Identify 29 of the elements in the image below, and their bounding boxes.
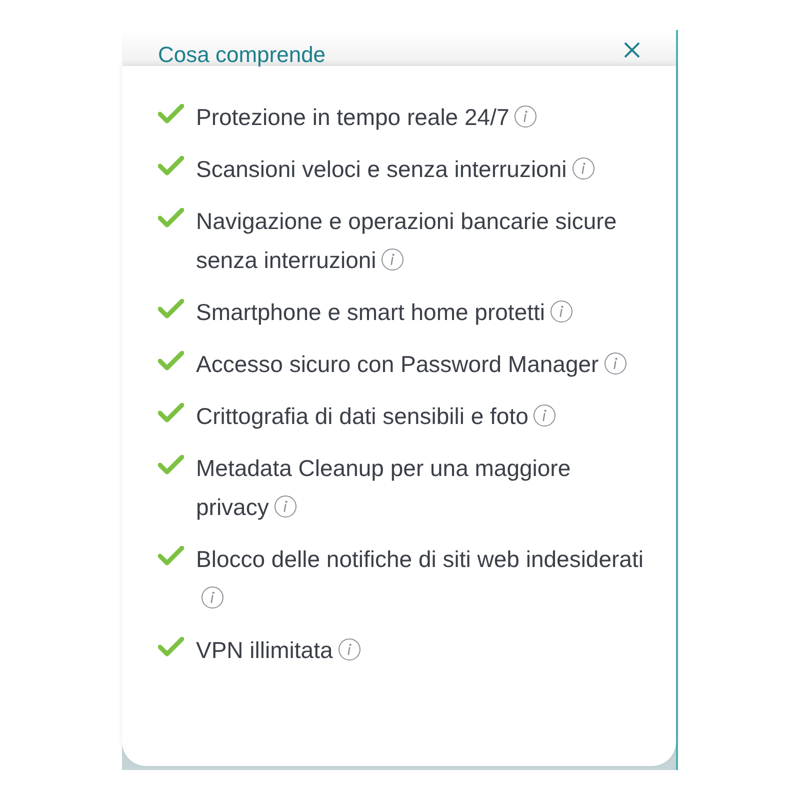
checkmark-icon <box>158 546 184 566</box>
feature-text: Protezione in tempo reale 24/7 <box>196 98 646 137</box>
info-icon[interactable] <box>514 105 538 128</box>
info-icon[interactable] <box>274 495 297 518</box>
checkmark-icon <box>158 403 184 423</box>
checkmark-icon <box>158 351 184 371</box>
checkmark-icon <box>158 156 184 176</box>
feature-text: Navigazione e operazioni bancarie sicure senza interruzioni <box>196 207 618 275</box>
checkmark-icon <box>158 637 184 657</box>
info-icon[interactable] <box>201 586 224 609</box>
feature-text: Accesso sicuro con Password Manager <box>196 345 646 384</box>
feature-text: Metadata Cleanup per una maggiore privacy <box>196 454 572 522</box>
info-icon[interactable] <box>338 638 361 661</box>
dialog-title: Cosa comprende <box>158 41 326 69</box>
info-icon[interactable] <box>604 352 627 375</box>
feature-text: Blocco delle notifiche di siti web indesiderati <box>196 540 646 618</box>
checkmark-icon <box>158 299 184 319</box>
feature-text: Scansioni veloci e senza interruzioni <box>196 150 646 189</box>
checkmark-icon <box>158 104 184 124</box>
feature-text: VPN illimitata <box>196 631 646 670</box>
info-icon[interactable] <box>533 404 556 427</box>
feature-text: Crittografia di dati sensibili e foto <box>196 397 646 436</box>
checkmark-icon <box>158 208 184 228</box>
info-icon[interactable] <box>572 157 595 180</box>
feature-text: Smartphone e smart home protetti <box>196 293 646 332</box>
close-button[interactable] <box>622 40 642 60</box>
info-icon[interactable] <box>550 300 573 323</box>
checkmark-icon <box>158 455 184 475</box>
info-icon[interactable] <box>381 248 404 271</box>
